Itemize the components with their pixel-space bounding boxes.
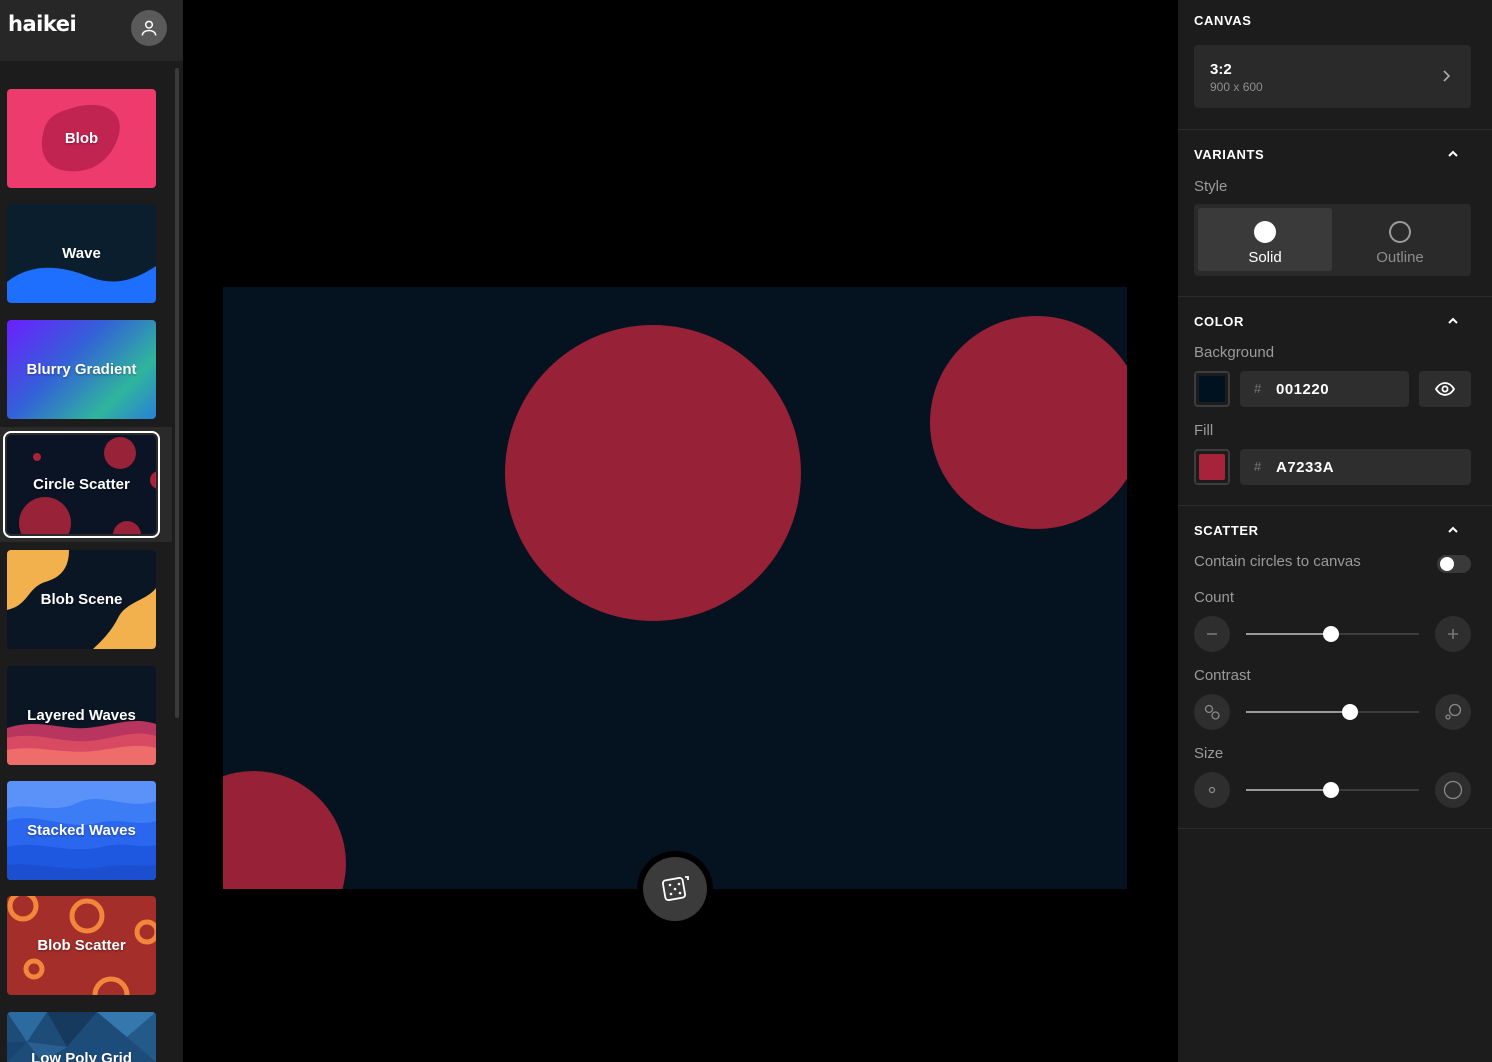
small-circle-icon — [1208, 786, 1216, 794]
tile-layered-waves[interactable]: Layered Waves — [7, 666, 156, 765]
high-contrast-icon — [1445, 703, 1462, 720]
scatter-circle — [223, 771, 346, 889]
low-contrast-icon — [1204, 704, 1220, 720]
style-option-outline[interactable]: Outline — [1333, 208, 1467, 271]
hash-prefix: # — [1254, 459, 1262, 474]
randomize-button[interactable] — [643, 857, 707, 921]
tile-label: Circle Scatter — [33, 476, 130, 493]
canvas-preview — [223, 287, 1127, 889]
dice-icon — [661, 876, 689, 902]
toggle-knob — [1440, 557, 1454, 571]
section-title: SCATTER — [1194, 523, 1259, 538]
canvas-size-selector[interactable]: 3:2 900 x 600 — [1194, 45, 1471, 108]
fill-hex-field: # — [1240, 449, 1471, 485]
plus-icon — [1448, 629, 1458, 639]
count-increase-button[interactable] — [1435, 616, 1471, 652]
section-title: COLOR — [1194, 314, 1244, 329]
tile-label: Blob Scatter — [37, 937, 126, 954]
chevron-up-icon[interactable] — [1446, 147, 1460, 161]
canvas-dimensions: 900 x 600 — [1210, 80, 1263, 94]
swatch-color — [1199, 376, 1225, 402]
user-account-button[interactable] — [131, 10, 167, 46]
scatter-section: SCATTER Contain circles to canvas Count … — [1178, 506, 1492, 829]
section-title: CANVAS — [1194, 13, 1252, 28]
size-decrease-button[interactable] — [1194, 772, 1230, 808]
fill-label: Fill — [1194, 422, 1214, 439]
slider-thumb[interactable] — [1341, 704, 1358, 720]
contrast-slider[interactable] — [1246, 702, 1419, 722]
background-label: Background — [1194, 344, 1275, 361]
count-slider[interactable] — [1246, 624, 1419, 644]
tile-low-poly-grid[interactable]: Low Poly Grid — [7, 1012, 156, 1062]
canvas-ratio: 3:2 — [1210, 61, 1232, 78]
scatter-circle — [930, 316, 1127, 529]
count-decrease-button[interactable] — [1194, 616, 1230, 652]
background-color-swatch[interactable] — [1194, 371, 1230, 407]
size-increase-button[interactable] — [1435, 772, 1471, 808]
tile-blob-scatter[interactable]: Blob Scatter — [7, 896, 156, 995]
background-hex-input[interactable] — [1276, 371, 1416, 407]
section-title: VARIANTS — [1194, 147, 1265, 162]
chevron-up-icon[interactable] — [1446, 314, 1460, 328]
contrast-decrease-button[interactable] — [1194, 694, 1230, 730]
toggle-background-visibility-button[interactable] — [1419, 371, 1471, 407]
sidebar-header: haikei — [0, 0, 183, 61]
size-slider[interactable] — [1246, 780, 1419, 800]
style-toggle-group: Solid Outline — [1194, 204, 1471, 276]
tile-label: Layered Waves — [27, 707, 136, 724]
tile-label: Wave — [62, 245, 101, 262]
tile-label: Blob — [64, 130, 99, 147]
contrast-increase-button[interactable] — [1435, 694, 1471, 730]
contain-circles-label: Contain circles to canvas — [1194, 553, 1361, 570]
outline-circle-icon — [1389, 221, 1411, 243]
slider-fill — [1246, 789, 1331, 791]
chevron-up-icon[interactable] — [1446, 523, 1460, 537]
minus-icon — [1207, 633, 1217, 635]
sidebar-scrollbar[interactable] — [175, 68, 179, 718]
slider-fill — [1246, 633, 1331, 635]
randomize-button-ring — [637, 851, 713, 927]
contain-circles-toggle[interactable] — [1437, 555, 1471, 573]
tile-circle-scatter[interactable]: Circle Scatter — [3, 431, 160, 538]
canvas-section: CANVAS 3:2 900 x 600 — [1178, 0, 1492, 130]
size-label: Size — [1194, 745, 1224, 762]
tile-stacked-waves[interactable]: Stacked Waves — [7, 781, 156, 880]
solid-circle-icon — [1254, 221, 1276, 243]
large-circle-icon — [1443, 780, 1463, 800]
color-section: COLOR Background # Fill # — [1178, 297, 1492, 506]
slider-thumb[interactable] — [1322, 626, 1339, 642]
swatch-color — [1199, 454, 1225, 480]
tile-blob[interactable]: Blob — [7, 89, 156, 188]
style-label: Style — [1194, 178, 1228, 195]
style-option-label: Outline — [1376, 249, 1424, 266]
app-logo[interactable]: haikei — [8, 12, 77, 36]
fill-color-swatch[interactable] — [1194, 449, 1230, 485]
user-icon — [141, 20, 157, 36]
tile-label: Stacked Waves — [27, 822, 136, 839]
slider-fill — [1246, 711, 1350, 713]
hash-prefix: # — [1254, 381, 1262, 396]
eye-icon — [1435, 382, 1455, 396]
tile-wave[interactable]: Wave — [7, 204, 156, 303]
fill-hex-input[interactable] — [1276, 449, 1416, 485]
tile-label: Low Poly Grid — [31, 1050, 132, 1062]
tile-blob-scene[interactable]: Blob Scene — [7, 550, 156, 649]
slider-thumb[interactable] — [1322, 782, 1339, 798]
contrast-label: Contrast — [1194, 667, 1251, 684]
style-option-solid[interactable]: Solid — [1198, 208, 1332, 271]
background-hex-field: # — [1240, 371, 1416, 407]
settings-panel: CANVAS 3:2 900 x 600 VARIANTS Style Soli… — [1178, 0, 1492, 1062]
tile-label: Blob Scene — [40, 591, 123, 608]
scatter-circle — [505, 325, 801, 621]
tile-blurry-gradient[interactable]: Blurry Gradient — [7, 320, 156, 419]
chevron-right-icon — [1443, 70, 1451, 82]
tile-label: Blurry Gradient — [26, 361, 137, 378]
count-label: Count — [1194, 589, 1235, 606]
style-option-label: Solid — [1248, 249, 1282, 266]
pattern-sidebar: haikei Blob Wave Blurry Gradient Circle … — [0, 0, 183, 1062]
